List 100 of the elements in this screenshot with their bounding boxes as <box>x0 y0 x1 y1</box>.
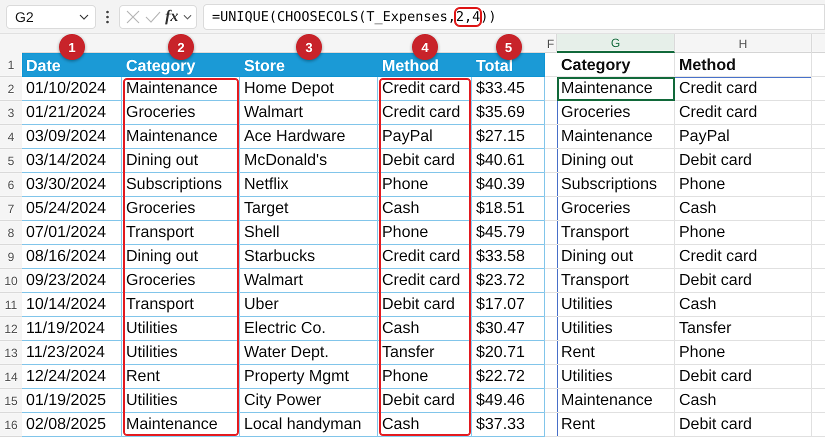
table-header: Method <box>378 53 472 77</box>
table-header: Store <box>240 53 378 77</box>
table-cell: Home Depot <box>240 77 378 101</box>
table-cell: Uber <box>240 293 378 317</box>
table-cell: Debit card <box>378 389 472 413</box>
table-cell: $20.71 <box>472 341 545 365</box>
table-cell: City Power <box>240 389 378 413</box>
row-number[interactable]: 15 <box>0 389 22 413</box>
table-cell: $33.45 <box>472 77 545 101</box>
row-number[interactable]: 11 <box>0 293 22 317</box>
column-header[interactable]: G <box>557 34 675 53</box>
cancel-icon[interactable] <box>126 10 140 24</box>
table-cell: 01/19/2025 <box>22 389 122 413</box>
table-cell: 10/14/2024 <box>22 293 122 317</box>
row-number[interactable]: 7 <box>0 197 22 221</box>
table-cell: Dining out <box>122 245 240 269</box>
table-cell: Tansfer <box>378 341 472 365</box>
table-cell: Debit card <box>675 269 812 293</box>
chevron-icon[interactable] <box>182 14 192 20</box>
table-cell: Cash <box>675 389 812 413</box>
table-cell: Credit card <box>378 101 472 125</box>
table-cell: Cash <box>378 317 472 341</box>
table-cell: Maintenance <box>122 77 240 101</box>
table-cell: Phone <box>378 365 472 389</box>
check-icon[interactable] <box>144 10 161 22</box>
table-cell[interactable]: Subscriptions <box>557 173 675 197</box>
table-header: Method <box>675 53 812 77</box>
row-number[interactable]: 12 <box>0 317 22 341</box>
table-cell: 09/23/2024 <box>22 269 122 293</box>
table-cell[interactable]: Utilities <box>557 317 675 341</box>
table-cell: $33.58 <box>472 245 545 269</box>
table-cell[interactable]: Maintenance <box>557 389 675 413</box>
table-cell: 11/19/2024 <box>22 317 122 341</box>
table-cell: Credit card <box>378 77 472 101</box>
table-cell: PayPal <box>378 125 472 149</box>
table-cell[interactable]: Groceries <box>557 101 675 125</box>
table-cell: Property Mgmt <box>240 365 378 389</box>
table-cell[interactable]: Groceries <box>557 197 675 221</box>
table-cell: Starbucks <box>240 245 378 269</box>
table-cell[interactable]: Transport <box>557 221 675 245</box>
table-cell: Water Dept. <box>240 341 378 365</box>
table-cell[interactable]: Maintenance <box>557 125 675 149</box>
row-number[interactable]: 1 <box>0 53 22 77</box>
row-number[interactable]: 14 <box>0 365 22 389</box>
row-number[interactable]: 13 <box>0 341 22 365</box>
table-cell: Debit card <box>675 149 812 173</box>
table-cell: Cash <box>675 293 812 317</box>
name-box[interactable]: G2 <box>6 4 96 28</box>
table-cell[interactable]: Dining out <box>557 149 675 173</box>
table-cell: 08/16/2024 <box>22 245 122 269</box>
row-number[interactable]: 9 <box>0 245 22 269</box>
table-cell: 07/01/2024 <box>22 221 122 245</box>
row-number[interactable]: 3 <box>0 101 22 125</box>
table-cell: Utilities <box>122 317 240 341</box>
table-cell: Debit card <box>378 293 472 317</box>
table-cell[interactable]: Rent <box>557 341 675 365</box>
table-cell: Ace Hardware <box>240 125 378 149</box>
row-number[interactable]: 6 <box>0 173 22 197</box>
table-cell: McDonald's <box>240 149 378 173</box>
row-number[interactable]: 4 <box>0 125 22 149</box>
table-cell[interactable]: Utilities <box>557 293 675 317</box>
table-cell: $40.61 <box>472 149 545 173</box>
table-cell[interactable]: Utilities <box>557 365 675 389</box>
table-cell: $49.46 <box>472 389 545 413</box>
table-cell[interactable]: Maintenance <box>557 77 675 101</box>
more-icon[interactable] <box>106 10 109 24</box>
row-number[interactable]: 16 <box>0 413 22 437</box>
table-cell: Netflix <box>240 173 378 197</box>
column-header[interactable]: H <box>675 34 812 53</box>
table-header: Date <box>22 53 122 77</box>
table-cell: Shell <box>240 221 378 245</box>
table-cell: Utilities <box>122 389 240 413</box>
table-cell: 03/14/2024 <box>22 149 122 173</box>
table-cell: Maintenance <box>122 125 240 149</box>
table-cell: $45.79 <box>472 221 545 245</box>
table-cell: Cash <box>675 197 812 221</box>
table-cell: Credit card <box>675 101 812 125</box>
table-cell: Cash <box>378 197 472 221</box>
formula-field[interactable]: =UNIQUE(CHOOSECOLS(T_Expenses,2,4)) <box>203 4 825 30</box>
table-cell: $18.51 <box>472 197 545 221</box>
table-cell[interactable]: Transport <box>557 269 675 293</box>
table-cell: Debit card <box>378 149 472 173</box>
table-cell: Walmart <box>240 269 378 293</box>
table-cell: Groceries <box>122 269 240 293</box>
table-cell: Target <box>240 197 378 221</box>
table-cell: $35.69 <box>472 101 545 125</box>
table-cell: 11/23/2024 <box>22 341 122 365</box>
table-cell: Transport <box>122 293 240 317</box>
table-cell: Phone <box>675 341 812 365</box>
table-cell[interactable]: Dining out <box>557 245 675 269</box>
row-number[interactable]: 5 <box>0 149 22 173</box>
row-number[interactable]: 8 <box>0 221 22 245</box>
insert-function-button[interactable]: fx <box>165 8 178 26</box>
table-cell: Local handyman <box>240 413 378 437</box>
row-number[interactable]: 2 <box>0 77 22 101</box>
table-cell: $17.07 <box>472 293 545 317</box>
table-cell: Phone <box>378 173 472 197</box>
table-cell: Walmart <box>240 101 378 125</box>
row-number[interactable]: 10 <box>0 269 22 293</box>
table-cell[interactable]: Rent <box>557 413 675 437</box>
